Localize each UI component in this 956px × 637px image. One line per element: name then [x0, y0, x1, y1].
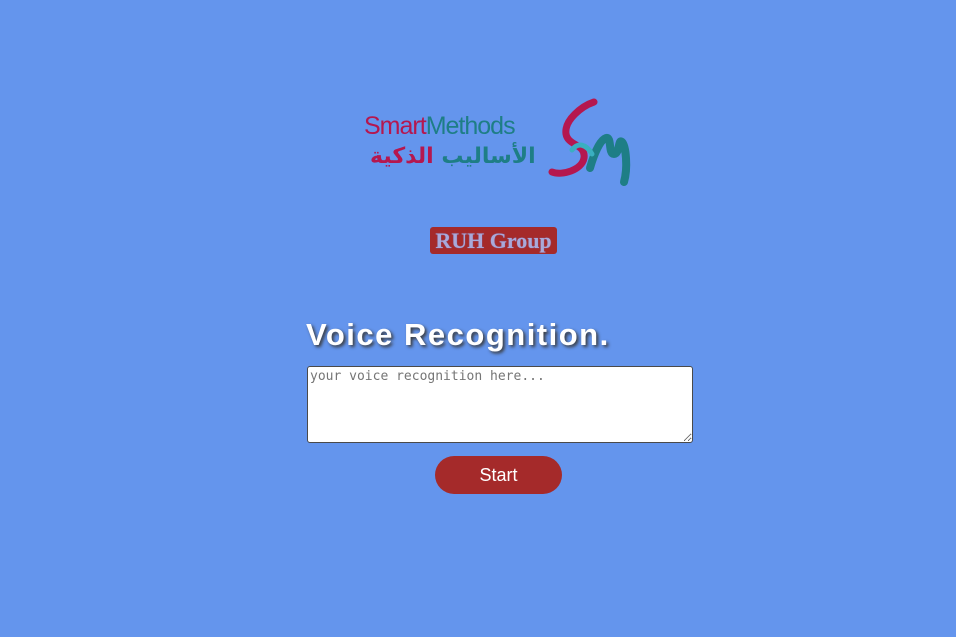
voice-recognition-textarea[interactable] — [307, 366, 693, 443]
group-badge: RUH Group — [430, 227, 557, 254]
page: SmartMethods الأساليب الذكية RUH Group V… — [0, 0, 956, 637]
logo-latin-text: SmartMethods — [364, 112, 516, 140]
logo-arabic-word-1: الأساليب — [441, 144, 536, 169]
start-button[interactable]: Start — [435, 456, 562, 494]
logo-arabic-text: الأساليب الذكية — [370, 146, 536, 168]
logo-arabic-word-2: الذكية — [370, 144, 434, 169]
logo-methods-text: Methods — [425, 112, 516, 140]
page-title: Voice Recognition. — [306, 317, 610, 352]
logo-mark-icon — [548, 98, 631, 186]
logo-smart-text: Smart — [364, 112, 427, 140]
smart-methods-logo: SmartMethods الأساليب الذكية — [362, 98, 632, 192]
